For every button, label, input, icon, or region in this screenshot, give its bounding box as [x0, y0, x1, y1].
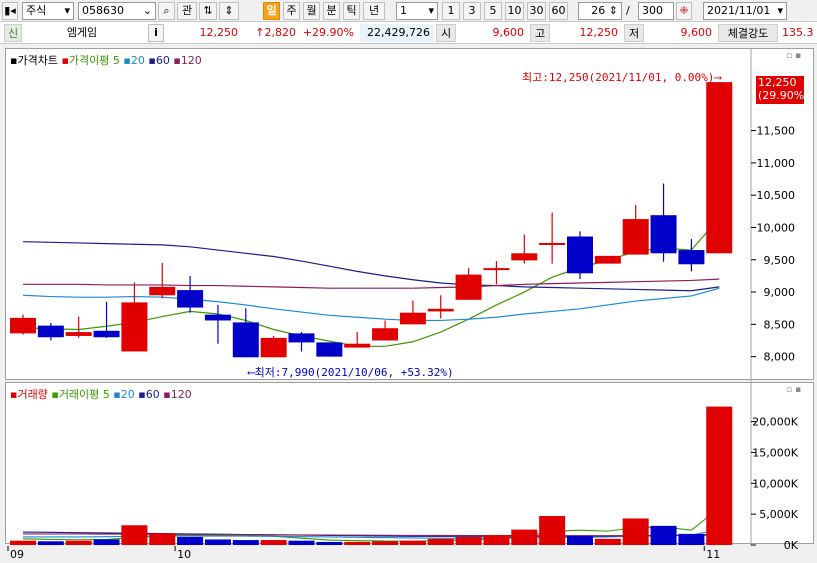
price-tick-label: 10,500	[757, 189, 796, 202]
volume-bar	[288, 540, 315, 545]
volume-bar	[650, 525, 677, 545]
candle-body	[149, 286, 176, 296]
volume-bar	[149, 533, 176, 545]
volume-bar	[399, 540, 426, 545]
candle-body	[121, 302, 148, 352]
volume-bar	[65, 540, 92, 545]
candle-body	[567, 236, 593, 274]
x-tick-label: 11	[706, 548, 720, 561]
candle-body	[511, 253, 538, 261]
price-tick-label: 8,000	[764, 351, 796, 364]
volume-tick-label: 10,000K	[752, 477, 798, 490]
price-tick-label: 11,500	[757, 125, 796, 138]
volume-bar	[177, 536, 204, 545]
volume-bar	[427, 538, 454, 545]
candle-body	[204, 314, 231, 321]
candle-body	[399, 312, 426, 325]
candle-body	[10, 317, 36, 334]
volume-tick-label: 5,000K	[759, 508, 798, 521]
candle-body	[372, 328, 399, 341]
volume-tick-label: 0K	[784, 539, 799, 552]
candle-body	[232, 322, 259, 358]
price-tick-label: 8,500	[764, 318, 796, 331]
volume-bar	[93, 539, 120, 545]
volume-bar	[594, 538, 621, 545]
candle-body	[288, 333, 315, 343]
volume-bar	[204, 539, 231, 545]
candle-body	[539, 242, 566, 245]
candle-body	[93, 330, 120, 338]
candle-body	[316, 342, 343, 357]
volume-bar	[344, 541, 371, 545]
volume-bar	[622, 518, 649, 545]
volume-bar	[121, 525, 148, 545]
volume-tick-label: 15,000K	[752, 446, 798, 459]
price-ma-line-60	[22, 241, 720, 292]
candle-body	[344, 343, 371, 348]
volume-tick-label: 20,000K	[752, 416, 798, 429]
x-tick-label: 10	[177, 548, 191, 561]
volume-bar	[10, 540, 36, 545]
x-tick-label: 09	[10, 548, 24, 561]
volume-bar	[316, 541, 343, 545]
candle-body	[622, 219, 649, 255]
volume-bar	[455, 536, 482, 545]
volume-bar	[567, 535, 593, 545]
candle-body	[650, 215, 677, 254]
volume-bar	[483, 535, 510, 545]
candle-body	[260, 337, 287, 358]
candle-body	[483, 268, 510, 271]
price-tick-label: 9,000	[764, 286, 796, 299]
candle-body	[65, 332, 92, 336]
volume-bar	[539, 516, 566, 545]
volume-bar	[678, 533, 705, 545]
price-tick-label: 11,000	[757, 157, 796, 170]
chart-canvas: 8,000 8,500 9,000 9,500 10,000 10,500 11,000 11…	[7, 49, 799, 561]
volume-bar	[511, 529, 538, 545]
price-tick-label: 9,500	[764, 254, 796, 267]
candle-body	[594, 255, 621, 264]
candle-body	[177, 290, 204, 308]
volume-bar	[260, 540, 287, 545]
candle-body	[37, 325, 64, 338]
price-ma-line-120	[23, 278, 720, 289]
volume-bar	[232, 540, 259, 545]
price-tick-label: 10,000	[757, 221, 796, 234]
candle-body	[678, 250, 705, 265]
volume-bar	[37, 541, 64, 545]
volume-bar	[372, 541, 399, 545]
volume-bar	[706, 406, 733, 545]
candle-body	[455, 274, 482, 300]
candle-body	[427, 308, 454, 312]
candle-body	[706, 82, 733, 254]
